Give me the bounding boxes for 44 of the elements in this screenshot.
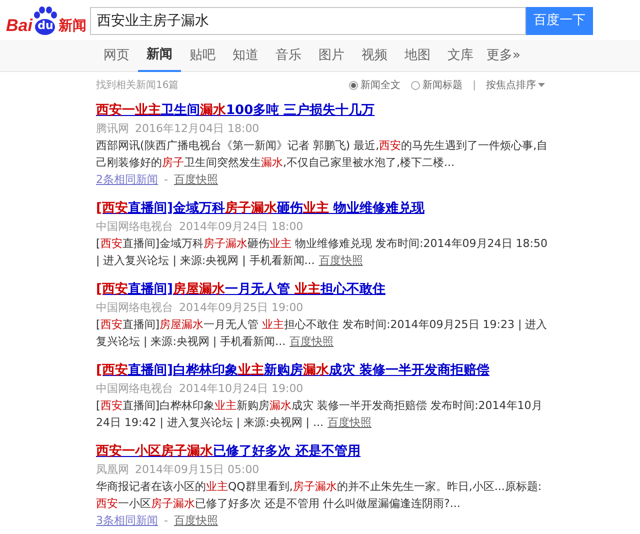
search-button[interactable]: 百度一下 [526,7,593,35]
snapshot-link[interactable]: 百度快照 [318,254,363,267]
result-snippet: 西部网讯(陕西广播电视台《第一新闻》记者 郭鹏飞) 最近,西安的马先生遇到了一件烦心事,自己刚装修好的房子卫生间突然发生漏水,不仅自己家里被水泡了,楼下二楼... [96,138,548,171]
nav-tab[interactable]: 更多» [482,40,525,72]
result-count: 找到相关新闻16篇 [96,78,179,92]
sort-dropdown[interactable]: 按焦点排序 [486,78,545,92]
nav-tab[interactable]: 新闻 [138,40,181,72]
logo[interactable]: Bai du 新闻 [0,6,90,36]
news-time: 2014年09月24日 18:00 [179,219,304,235]
news-time: 2014年09月15日 05:00 [135,462,260,478]
snapshot-link[interactable]: 百度快照 [174,512,218,529]
separator: | [472,78,476,92]
related-news-link[interactable]: 2条相同新闻 [96,171,158,188]
nav-tab[interactable]: 视频 [353,40,396,72]
nav-tab[interactable]: 知道 [224,40,267,72]
result-snippet: [西安直播间]白桦林印象业主新购房漏水成灾 装修一半开发商拒赔偿 发布时间:2014年10月24日 19:42 | 进入复兴论坛 | 来源:央视网 | ... 百度快照 [96,398,544,431]
radio-option[interactable]: 新闻全文 [348,78,401,92]
nav-tab[interactable]: 网页 [95,40,138,72]
nav-tab[interactable]: 贴吧 [181,40,224,72]
news-source: 凤凰网 [96,462,129,478]
news-time: 2014年10月24日 19:00 [179,381,304,397]
nav-tab[interactable]: 地图 [396,40,439,72]
snapshot-link[interactable]: 百度快照 [174,171,218,188]
paw-icon [32,6,58,36]
result-snippet: [西安直播间]金域万科房子漏水砸伤业主 物业维修难兑现 发布时间:2014年09月24日 18:50 | 进入复兴论坛 | 来源:央视网 | 手机看新闻... 百度快照 [96,236,548,269]
result-snippet: [西安直播间]房屋漏水一月无人管 业主担心不敢住 发布时间:2014年09月25日 19:23 | 进入复兴论坛 | 来源:央视网 | 手机看新闻... 百度快照 [96,317,548,350]
search-field[interactable]: 西安业主房子漏水 [90,7,526,35]
link-separator: - [164,172,168,188]
caret-icon [538,83,545,87]
news-source: 中国网络电视台 [96,381,173,397]
nav-tab[interactable]: 音乐 [267,40,310,72]
radio-option[interactable]: 新闻标题 [410,78,463,92]
news-time: 2014年09月25日 19:00 [179,300,304,316]
news-source: 中国网络电视台 [96,219,173,235]
news-source: 中国网络电视台 [96,300,173,316]
news-time: 2016年12月04日 18:00 [135,121,260,137]
nav-tab[interactable]: 图片 [310,40,353,72]
snapshot-link[interactable]: 百度快照 [328,416,372,429]
snapshot-link[interactable]: 百度快照 [290,335,334,348]
link-separator: - [164,513,168,529]
news-source: 腾讯网 [96,121,129,137]
nav-tab[interactable]: 文库 [439,40,482,72]
related-news-link[interactable]: 3条相同新闻 [96,512,158,529]
result-snippet: 华商报记者在该小区的业主QQ群里看到,房子漏水的并不止朱先生一家。昨日,小区...原标题: 西安一小区房子漏水已修了好多次 还是不管用 什么叫做屋漏偏逢连阴雨?... [96,479,543,512]
